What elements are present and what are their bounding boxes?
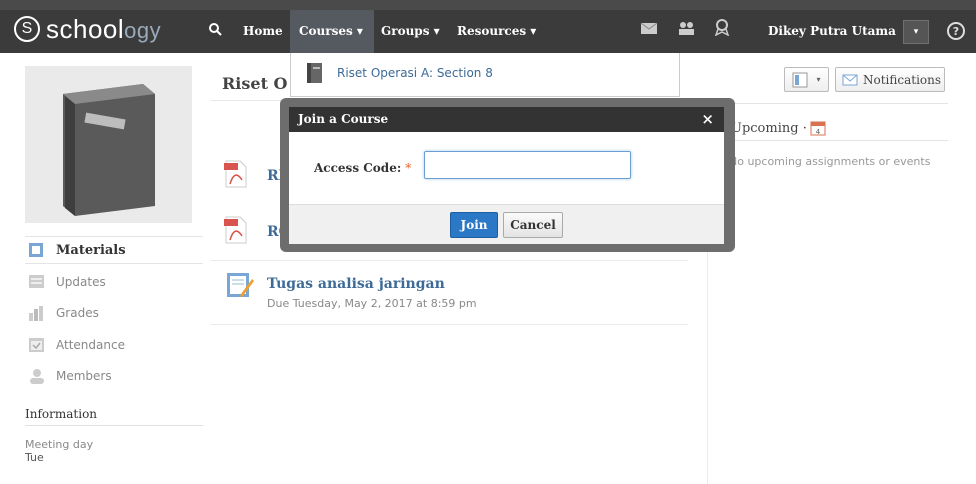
- nav-courses[interactable]: Courses ▾: [299, 24, 363, 38]
- row-divider: [210, 260, 688, 261]
- nav-home[interactable]: Home: [243, 24, 283, 38]
- sidebar-item-materials[interactable]: Materials: [25, 236, 203, 264]
- schoology-logo[interactable]: S schoology: [14, 14, 161, 44]
- information-heading: Information: [25, 404, 203, 426]
- access-code-label: Access Code: *: [314, 161, 412, 175]
- assignment-icon: [225, 270, 255, 303]
- course-picture: [25, 66, 192, 223]
- sidebar-label-updates: Updates: [56, 275, 106, 289]
- notifications-button[interactable]: Notifications: [835, 67, 945, 92]
- sidebar-item-attendance[interactable]: Attendance: [25, 331, 203, 359]
- meeting-day-label: Meeting day: [25, 438, 94, 451]
- required-marker: *: [405, 161, 412, 175]
- sidebar-item-updates[interactable]: Updates: [25, 268, 203, 296]
- grades-icon: [28, 305, 46, 321]
- user-name[interactable]: Dikey Putra Utama: [768, 24, 896, 38]
- page-view-icon: [792, 72, 808, 87]
- search-icon[interactable]: [208, 22, 222, 40]
- pdf-icon: [223, 160, 249, 191]
- logo-text: schoology: [46, 13, 162, 44]
- assignment-title[interactable]: Tugas analisa jaringan: [267, 276, 445, 292]
- materials-icon: [28, 242, 46, 258]
- assignment-due-date: Due Tuesday, May 2, 2017 at 8:59 pm: [267, 297, 477, 310]
- join-course-dialog: Join a Course × Access Code: * Join Cance…: [289, 107, 724, 244]
- calendar-icon: 4: [810, 121, 826, 136]
- courses-dropdown-menu: Riset Operasi A: Section 8: [290, 53, 680, 97]
- dropdown-item-label: Riset Operasi A: Section 8: [337, 66, 493, 80]
- notifications-label: Notifications: [863, 72, 942, 87]
- page-title: Riset O: [222, 74, 288, 93]
- cancel-button[interactable]: Cancel: [503, 212, 563, 238]
- dialog-title: Join a Course ×: [289, 107, 724, 132]
- close-icon[interactable]: ×: [701, 110, 714, 128]
- updates-icon: [28, 274, 46, 290]
- members-icon: [28, 368, 46, 384]
- sidebar-label-members: Members: [56, 369, 112, 383]
- messages-icon[interactable]: [640, 21, 658, 35]
- attendance-icon: [28, 337, 46, 353]
- sidebar-label-materials: Materials: [56, 242, 126, 258]
- sidebar-label-attendance: Attendance: [56, 338, 125, 352]
- course-book-icon: [307, 63, 322, 83]
- nav-resources[interactable]: Resources ▾: [457, 24, 536, 38]
- upcoming-empty-text: No upcoming assignments or events: [729, 155, 931, 168]
- pdf-icon: [223, 216, 249, 247]
- user-menu-dropdown[interactable]: ▾: [903, 20, 929, 44]
- row-divider: [210, 324, 688, 325]
- help-icon[interactable]: ?: [947, 22, 965, 40]
- sidebar-item-members[interactable]: Members: [25, 362, 203, 390]
- dropdown-item-course[interactable]: Riset Operasi A: Section 8: [305, 61, 493, 85]
- dialog-footer: Join Cancel: [289, 204, 724, 244]
- upcoming-heading: Upcoming · 4: [731, 120, 826, 136]
- view-toggle-button[interactable]: ▾: [784, 67, 829, 92]
- envelope-icon: [842, 74, 858, 85]
- join-button[interactable]: Join: [450, 212, 498, 238]
- access-code-input[interactable]: [424, 151, 631, 179]
- svg-text:4: 4: [816, 128, 821, 136]
- connections-icon[interactable]: [677, 21, 695, 35]
- divider: [720, 103, 948, 104]
- logo-mark: S: [14, 16, 40, 42]
- meeting-day-value: Tue: [25, 451, 44, 464]
- nav-groups[interactable]: Groups ▾: [381, 24, 440, 38]
- sidebar-item-grades[interactable]: Grades: [25, 299, 203, 327]
- view-caret: ▾: [816, 75, 821, 84]
- divider: [720, 140, 948, 141]
- sidebar-label-grades: Grades: [56, 306, 99, 320]
- notifications-badge-icon[interactable]: [713, 18, 731, 37]
